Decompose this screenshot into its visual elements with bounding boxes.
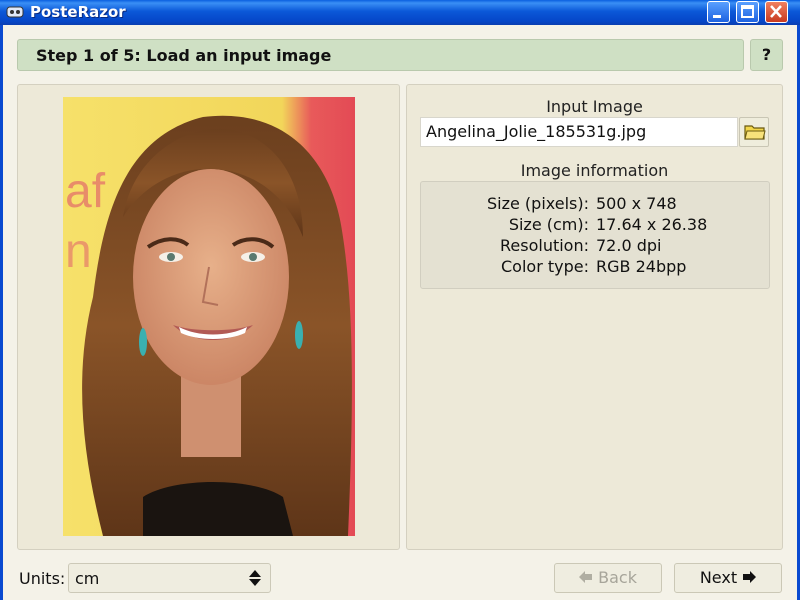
close-icon: [770, 5, 782, 18]
svg-text:af: af: [65, 165, 106, 218]
info-key: Size (cm):: [508, 215, 589, 234]
image-information-box: Size (pixels): 500 x 748 Size (cm): 17.6…: [420, 181, 770, 289]
info-row-resolution: Resolution: 72.0 dpi: [421, 236, 769, 257]
folder-open-icon: [744, 125, 766, 140]
preview-image: af n: [63, 97, 355, 536]
maximize-icon: [741, 5, 754, 18]
image-info-panel: Input Image Angelina_Jolie_185531g.jpg I…: [406, 84, 783, 550]
image-information-label: Image information: [520, 161, 669, 180]
input-image-label: Input Image: [546, 97, 643, 116]
svg-text:n: n: [65, 225, 92, 278]
units-value: cm: [75, 569, 100, 588]
info-value: 17.64 x 26.38: [596, 215, 708, 234]
units-select[interactable]: cm: [68, 563, 271, 593]
back-button[interactable]: Back: [554, 563, 662, 593]
minimize-icon: [713, 15, 721, 18]
open-image-button[interactable]: [739, 117, 769, 147]
minimize-button[interactable]: [707, 1, 730, 23]
up-down-arrow-icon: [249, 570, 261, 586]
next-label: Next: [699, 568, 738, 587]
info-key: Color type:: [501, 257, 589, 276]
info-key: Size (pixels):: [486, 194, 589, 213]
info-value: 500 x 748: [596, 194, 677, 213]
app-icon: [6, 6, 24, 18]
title-bar[interactable]: PosteRazor: [0, 0, 800, 25]
info-row-size-cm: Size (cm): 17.64 x 26.38: [421, 215, 769, 236]
help-button[interactable]: ?: [750, 39, 783, 71]
close-button[interactable]: [765, 1, 788, 23]
info-row-size-pixels: Size (pixels): 500 x 748: [421, 194, 769, 215]
units-label: Units:: [19, 569, 66, 588]
info-value: 72.0 dpi: [596, 236, 662, 255]
info-value: RGB 24bpp: [596, 257, 687, 276]
input-image-field[interactable]: Angelina_Jolie_185531g.jpg: [420, 117, 738, 147]
next-button[interactable]: Next: [674, 563, 782, 593]
info-key: Resolution:: [500, 236, 589, 255]
window-title: PosteRazor: [30, 3, 126, 21]
step-title: Step 1 of 5: Load an input image: [36, 46, 332, 65]
back-label: Back: [598, 568, 637, 587]
next-arrow-icon: [743, 571, 757, 583]
image-preview-panel: af n: [17, 84, 400, 550]
step-header: Step 1 of 5: Load an input image: [17, 39, 744, 71]
info-row-color-type: Color type: RGB 24bpp: [421, 257, 769, 278]
maximize-button[interactable]: [736, 1, 759, 23]
back-arrow-icon: [579, 571, 593, 583]
